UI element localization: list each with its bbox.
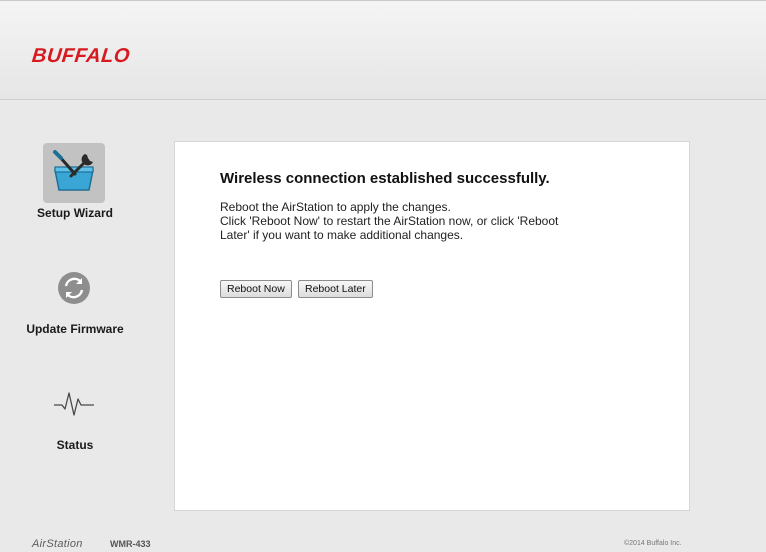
sidebar-item-update-firmware[interactable]: Update Firmware: [0, 265, 150, 345]
model-name: WMR-433: [110, 539, 151, 549]
sidebar-item-status[interactable]: Status: [0, 385, 150, 455]
buffalo-logo: BUFFALO: [30, 45, 132, 67]
instruction-line: Later' if you want to make additional ch…: [220, 228, 464, 242]
reboot-now-button[interactable]: Reboot Now: [220, 280, 292, 298]
reboot-later-button[interactable]: Reboot Later: [298, 280, 373, 298]
sidebar-item-label: Update Firmware: [26, 322, 124, 336]
sidebar-item-label: Status: [56, 438, 94, 452]
instruction-line: Click 'Reboot Now' to restart the AirSta…: [220, 214, 559, 228]
setup-wizard-icon: [53, 150, 94, 191]
header-bar: BUFFALO: [0, 0, 766, 100]
airstation-logo: AirStation: [32, 538, 83, 550]
sidebar-item-setup-wizard[interactable]: Setup Wizard: [0, 140, 150, 225]
copyright-text: ©2014 Buffalo Inc.: [624, 540, 682, 547]
page-title: Wireless connection established successf…: [220, 170, 550, 187]
refresh-icon: [58, 272, 90, 304]
sidebar-item-label: Setup Wizard: [37, 206, 113, 220]
instructions-text: Reboot the AirStation to apply the chang…: [220, 200, 640, 242]
content-panel: Wireless connection established successf…: [174, 141, 690, 511]
pulse-icon: [54, 392, 94, 416]
instruction-line: Reboot the AirStation to apply the chang…: [220, 200, 451, 214]
